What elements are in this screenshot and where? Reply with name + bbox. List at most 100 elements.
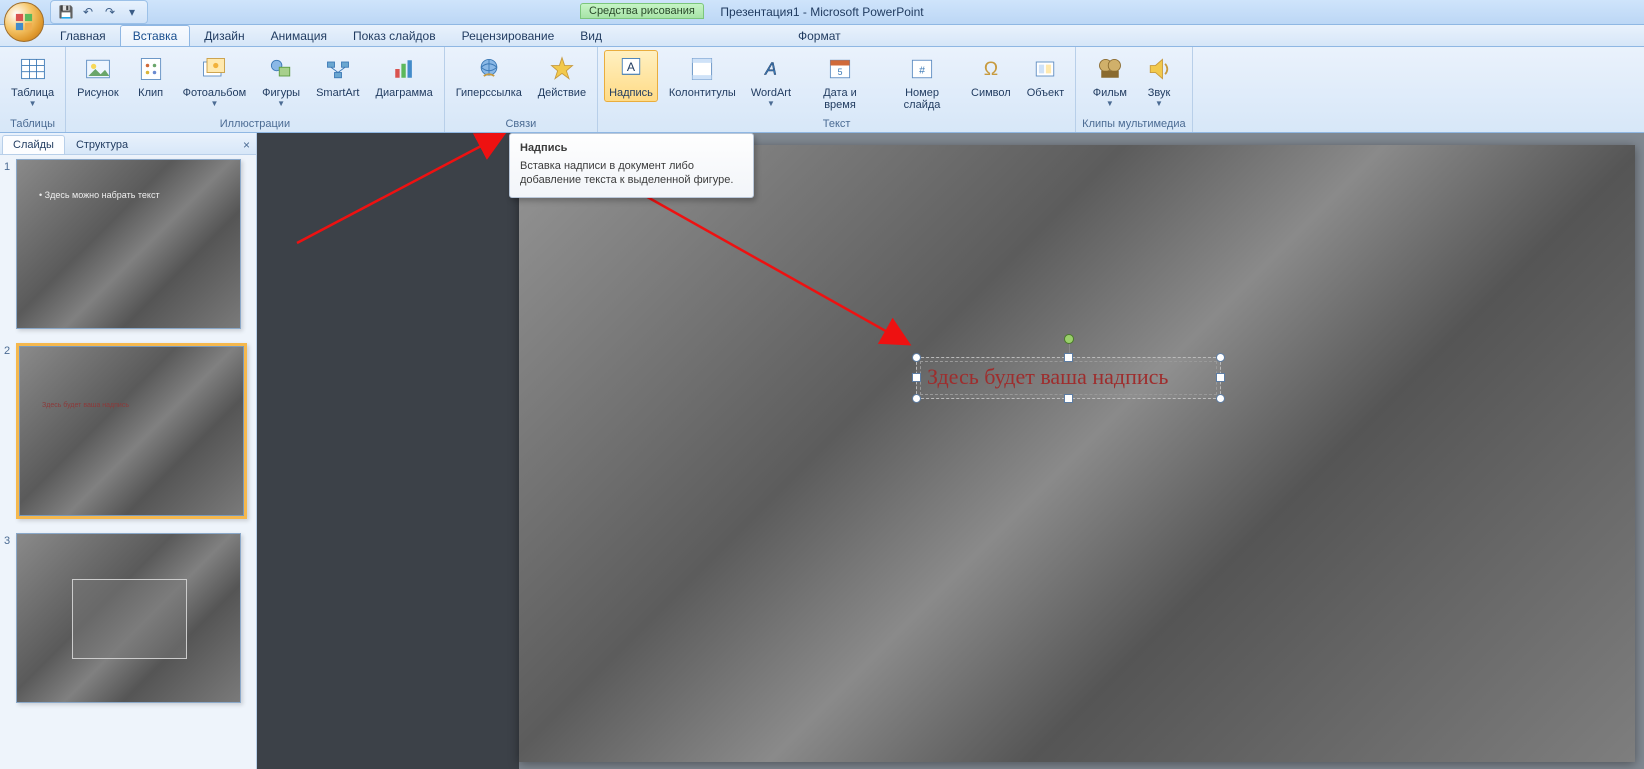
resize-handle-tl[interactable] — [912, 353, 921, 362]
thumbnail-text: Здесь будет ваша надпись — [42, 402, 129, 409]
window-title: Презентация1 - Microsoft PowerPoint — [0, 5, 1644, 19]
table-icon — [17, 53, 49, 85]
btn-headerfooter-label: Колонтитулы — [669, 87, 735, 99]
btn-hyperlink[interactable]: Гиперссылка — [451, 50, 527, 102]
resize-handle-br[interactable] — [1216, 394, 1225, 403]
contextual-tab-label: Средства рисования — [580, 3, 704, 19]
tab-design[interactable]: Дизайн — [192, 26, 256, 46]
btn-chart-label: Диаграмма — [376, 87, 433, 99]
btn-slidenum[interactable]: # Номер слайда — [884, 50, 960, 114]
thumbnail-number: 2 — [4, 343, 16, 357]
tab-review[interactable]: Рецензирование — [450, 26, 567, 46]
btn-table[interactable]: Таблица ▼ — [6, 50, 59, 111]
btn-textbox[interactable]: A Надпись — [604, 50, 658, 102]
btn-movie-label: Фильм — [1093, 87, 1127, 99]
btn-action[interactable]: Действие — [533, 50, 591, 102]
btn-shapes[interactable]: Фигуры ▼ — [257, 50, 305, 111]
thumbnail-row: 1 • Здесь можно набрать текст — [4, 159, 252, 329]
title-bar: 💾 ↶ ↷ ▾ Средства рисования Презентация1 … — [0, 0, 1644, 25]
resize-handle-tm[interactable] — [1064, 353, 1073, 362]
thumbnail-bg — [17, 160, 240, 328]
btn-wordart-label: WordArt — [751, 87, 791, 99]
thumbnail-bg — [20, 347, 243, 515]
tab-slideshow[interactable]: Показ слайдов — [341, 26, 448, 46]
group-multimedia-label: Клипы мультимедиа — [1082, 117, 1185, 131]
btn-album-label: Фотоальбом — [183, 87, 247, 99]
panel-tab-slides[interactable]: Слайды — [2, 135, 65, 154]
slide-canvas[interactable]: Здесь будет ваша надпись — [519, 145, 1635, 762]
btn-picture[interactable]: Рисунок — [72, 50, 124, 102]
btn-datetime-label: Дата и время — [807, 87, 873, 111]
slides-panel-tabs: Слайды Структура × — [0, 133, 256, 155]
btn-sound[interactable]: Звук ▼ — [1138, 50, 1180, 111]
resize-handle-bl[interactable] — [912, 394, 921, 403]
workspace: Слайды Структура × 1 • Здесь можно набра… — [0, 133, 1644, 769]
btn-symbol-label: Символ — [971, 87, 1011, 99]
qat-more[interactable]: ▾ — [123, 3, 141, 21]
hyperlink-icon — [473, 53, 505, 85]
smartart-icon — [322, 53, 354, 85]
resize-handle-tr[interactable] — [1216, 353, 1225, 362]
svg-text:5: 5 — [838, 67, 843, 77]
sound-icon — [1143, 53, 1175, 85]
slides-panel: Слайды Структура × 1 • Здесь можно набра… — [0, 133, 257, 769]
chevron-down-icon: ▼ — [210, 99, 218, 108]
btn-datetime[interactable]: 5 Дата и время — [802, 50, 878, 114]
office-logo-icon — [15, 13, 33, 31]
tab-home[interactable]: Главная — [48, 26, 118, 46]
chevron-down-icon: ▼ — [767, 99, 775, 108]
clip-icon — [135, 53, 167, 85]
ribbon: Таблица ▼ Таблицы Рисунок Клип Фотоальбо… — [0, 47, 1644, 133]
chevron-down-icon: ▼ — [277, 99, 285, 108]
datetime-icon: 5 — [824, 53, 856, 85]
btn-action-label: Действие — [538, 87, 586, 99]
btn-movie[interactable]: Фильм ▼ — [1088, 50, 1132, 111]
tab-insert[interactable]: Вставка — [120, 25, 191, 46]
tooltip-textbox: Надпись Вставка надписи в документ либо … — [509, 133, 754, 198]
slide-thumbnail-3[interactable] — [16, 533, 241, 703]
btn-smartart[interactable]: SmartArt — [311, 50, 364, 102]
btn-table-label: Таблица — [11, 87, 54, 99]
btn-symbol[interactable]: Ω Символ — [966, 50, 1016, 102]
btn-chart[interactable]: Диаграмма — [371, 50, 438, 102]
slide-thumbnail-1[interactable]: • Здесь можно набрать текст — [16, 159, 241, 329]
thumbnail-text: • Здесь можно набрать текст — [39, 190, 160, 200]
panel-close-button[interactable]: × — [237, 136, 256, 154]
panel-tab-outline[interactable]: Структура — [65, 135, 139, 154]
textbox-content[interactable]: Здесь будет ваша надпись — [927, 364, 1168, 390]
resize-handle-mr[interactable] — [1216, 373, 1225, 382]
selected-textbox[interactable]: Здесь будет ваша надпись — [916, 357, 1221, 399]
slide-edit-area[interactable]: Здесь будет ваша надпись Надпись Вставка… — [257, 133, 1644, 769]
album-icon — [198, 53, 230, 85]
tooltip-body: Вставка надписи в документ либо добавлен… — [520, 159, 743, 187]
slide-thumbnail-2-selected[interactable]: Здесь будет ваша надпись — [16, 343, 247, 519]
action-icon — [546, 53, 578, 85]
tab-format[interactable]: Формат — [786, 26, 853, 46]
thumbnail-number: 1 — [4, 159, 16, 173]
btn-picture-label: Рисунок — [77, 87, 119, 99]
rotate-handle[interactable] — [1064, 334, 1074, 344]
group-links-label: Связи — [505, 117, 536, 131]
slide-thumbnails[interactable]: 1 • Здесь можно набрать текст 2 Здесь бу… — [0, 155, 256, 769]
group-text: A Надпись Колонтитулы A WordArt ▼ 5 Дата… — [598, 47, 1076, 132]
qat-undo[interactable]: ↶ — [79, 3, 97, 21]
btn-object[interactable]: Объект — [1022, 50, 1069, 102]
symbol-icon: Ω — [975, 53, 1007, 85]
svg-text:#: # — [919, 64, 925, 76]
group-illustrations: Рисунок Клип Фотоальбом ▼ Фигуры ▼ Smart… — [66, 47, 445, 132]
btn-album[interactable]: Фотоальбом ▼ — [178, 50, 252, 111]
qat-redo[interactable]: ↷ — [101, 3, 119, 21]
btn-wordart[interactable]: A WordArt ▼ — [746, 50, 796, 111]
resize-handle-ml[interactable] — [912, 373, 921, 382]
resize-handle-bm[interactable] — [1064, 394, 1073, 403]
btn-clip[interactable]: Клип — [130, 50, 172, 102]
btn-sound-label: Звук — [1148, 87, 1171, 99]
tab-animation[interactable]: Анимация — [259, 26, 339, 46]
office-button[interactable] — [4, 2, 44, 42]
chevron-down-icon: ▼ — [29, 99, 37, 108]
tab-view[interactable]: Вид — [568, 26, 614, 46]
btn-textbox-label: Надпись — [609, 87, 653, 99]
btn-object-label: Объект — [1027, 87, 1064, 99]
btn-headerfooter[interactable]: Колонтитулы — [664, 50, 740, 102]
qat-save[interactable]: 💾 — [57, 3, 75, 21]
